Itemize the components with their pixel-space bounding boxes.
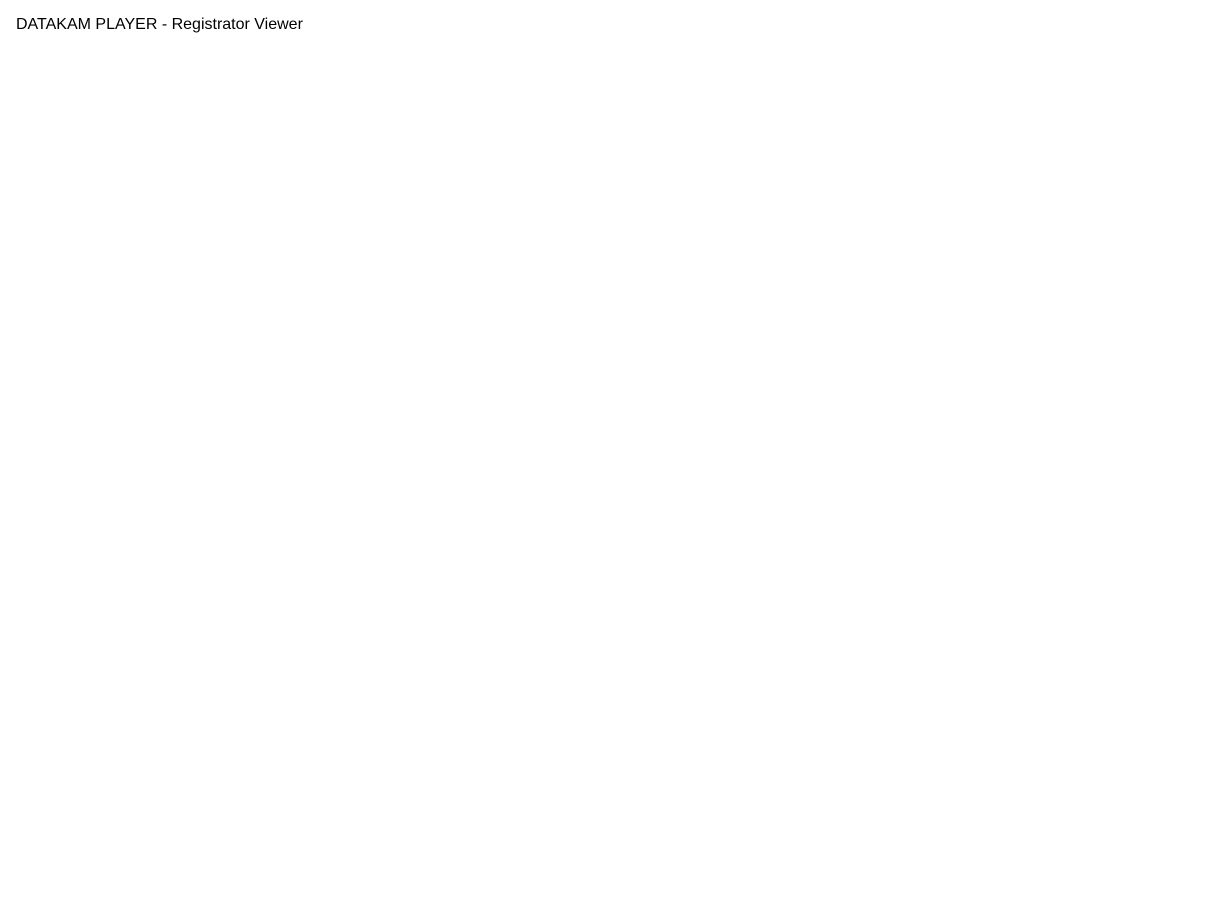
window-title: DATAKAM PLAYER - Registrator Viewer (16, 16, 303, 33)
